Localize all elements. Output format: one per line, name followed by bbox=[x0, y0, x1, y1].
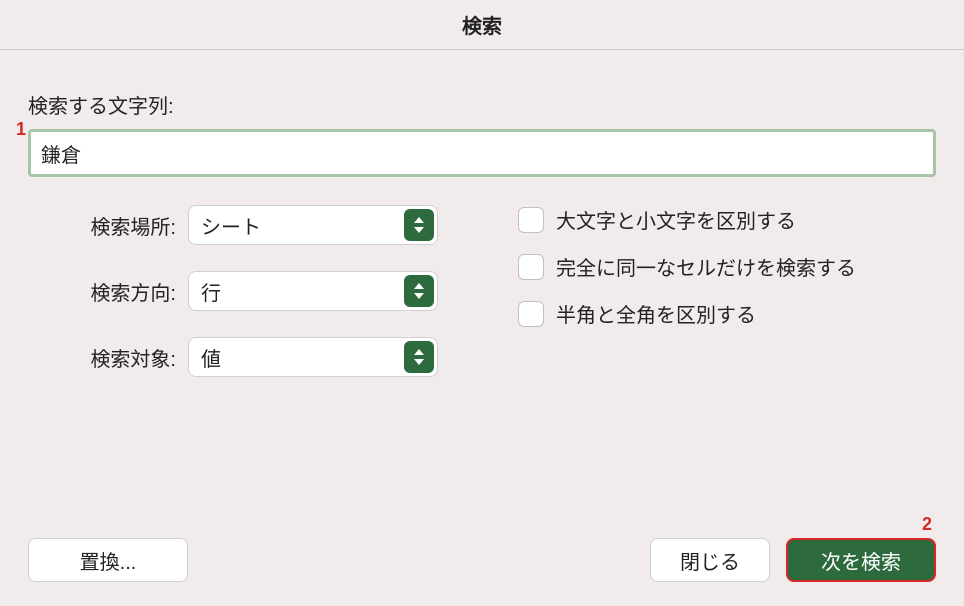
search-string-label: 検索する文字列: bbox=[28, 90, 936, 119]
search-direction-select[interactable]: 行 bbox=[188, 271, 438, 311]
match-entire-checkbox[interactable] bbox=[518, 254, 544, 280]
search-direction-row: 検索方向: 行 bbox=[76, 271, 438, 311]
match-width-label: 半角と全角を区別する bbox=[556, 299, 756, 328]
search-direction-value: 行 bbox=[201, 277, 221, 306]
options-area: 検索場所: シート 検索方向: 行 bbox=[28, 205, 936, 377]
match-entire-label: 完全に同一なセルだけを検索する bbox=[556, 252, 856, 281]
search-location-label: 検索場所: bbox=[76, 211, 176, 240]
match-width-row: 半角と全角を区別する bbox=[518, 299, 856, 328]
match-case-row: 大文字と小文字を区別する bbox=[518, 205, 856, 234]
button-bar: 置換... 閉じる 2 次を検索 bbox=[28, 538, 936, 582]
chevron-down-icon bbox=[414, 293, 424, 299]
find-next-button[interactable]: 次を検索 bbox=[786, 538, 936, 582]
annotation-marker-1: 1 bbox=[16, 119, 26, 140]
search-target-row: 検索対象: 値 bbox=[76, 337, 438, 377]
stepper-icon bbox=[404, 209, 434, 241]
dialog-title: 検索 bbox=[0, 0, 964, 50]
close-button[interactable]: 閉じる bbox=[650, 538, 770, 582]
annotation-marker-2: 2 bbox=[922, 514, 932, 535]
checkbox-column: 大文字と小文字を区別する 完全に同一なセルだけを検索する 半角と全角を区別する bbox=[518, 205, 856, 328]
match-case-label: 大文字と小文字を区別する bbox=[556, 205, 796, 234]
search-direction-label: 検索方向: bbox=[76, 277, 176, 306]
search-target-label: 検索対象: bbox=[76, 343, 176, 372]
search-location-select[interactable]: シート bbox=[188, 205, 438, 245]
search-location-row: 検索場所: シート bbox=[76, 205, 438, 245]
chevron-down-icon bbox=[414, 359, 424, 365]
match-entire-row: 完全に同一なセルだけを検索する bbox=[518, 252, 856, 281]
search-input[interactable] bbox=[28, 129, 936, 177]
search-target-select[interactable]: 値 bbox=[188, 337, 438, 377]
chevron-up-icon bbox=[414, 349, 424, 355]
search-input-wrap: 1 bbox=[28, 129, 936, 177]
search-target-value: 値 bbox=[201, 343, 221, 372]
find-next-wrap: 2 次を検索 bbox=[786, 538, 936, 582]
match-width-checkbox[interactable] bbox=[518, 301, 544, 327]
chevron-up-icon bbox=[414, 217, 424, 223]
stepper-icon bbox=[404, 341, 434, 373]
chevron-up-icon bbox=[414, 283, 424, 289]
select-column: 検索場所: シート 検索方向: 行 bbox=[76, 205, 438, 377]
search-location-value: シート bbox=[201, 211, 261, 240]
stepper-icon bbox=[404, 275, 434, 307]
match-case-checkbox[interactable] bbox=[518, 207, 544, 233]
chevron-down-icon bbox=[414, 227, 424, 233]
replace-button[interactable]: 置換... bbox=[28, 538, 188, 582]
dialog-content: 検索する文字列: 1 検索場所: シート 検索方向: 行 bbox=[0, 50, 964, 377]
